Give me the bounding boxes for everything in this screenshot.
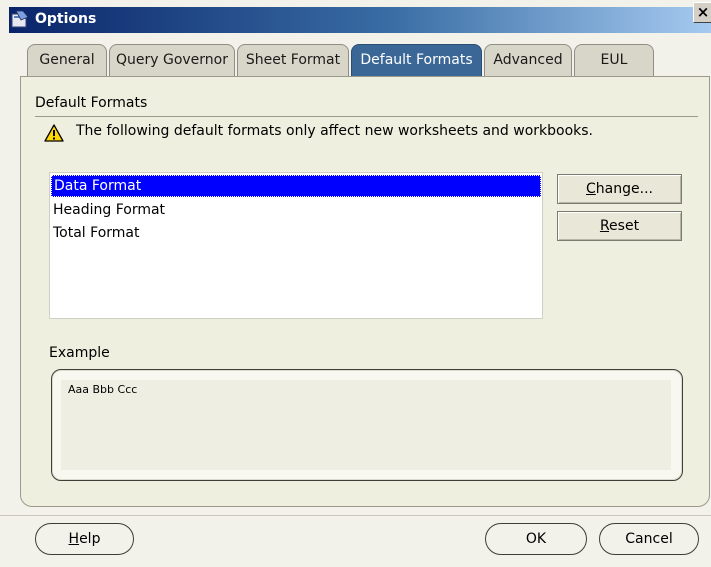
format-list[interactable]: Data Format Heading Format Total Format: [49, 172, 543, 319]
help-button-label: elp: [79, 531, 101, 547]
group-divider: [35, 116, 698, 117]
ok-button[interactable]: OK: [485, 523, 587, 555]
reset-button[interactable]: Reset: [557, 211, 682, 241]
app-icon: [11, 10, 30, 29]
example-text: Aaa Bbb Ccc: [68, 383, 138, 396]
title-bar-strip: Options: [9, 7, 711, 33]
warning-icon: [44, 124, 64, 142]
options-dialog: Options × General Query Governor Sheet F…: [0, 0, 711, 567]
footer-divider: [0, 515, 711, 516]
change-button-mnemonic: C: [586, 181, 596, 197]
example-preview-area: Aaa Bbb Ccc: [61, 380, 671, 470]
title-bar: Options ×: [0, 0, 711, 33]
list-item-heading-format[interactable]: Heading Format: [50, 199, 541, 221]
change-button[interactable]: Change...: [557, 174, 682, 204]
tab-sheet-format[interactable]: Sheet Format: [237, 44, 349, 76]
tab-advanced[interactable]: Advanced: [484, 44, 572, 76]
reset-button-mnemonic: R: [599, 218, 610, 234]
cancel-button[interactable]: Cancel: [599, 523, 699, 555]
tab-eul[interactable]: EUL: [574, 44, 654, 76]
close-button[interactable]: ×: [693, 2, 711, 23]
reset-button-label: eset: [609, 218, 640, 234]
window-title: Options: [35, 11, 97, 27]
help-button-mnemonic: H: [68, 531, 80, 547]
list-item-data-format[interactable]: Data Format: [51, 175, 541, 197]
example-preview: Aaa Bbb Ccc: [51, 369, 683, 481]
tab-query-governor[interactable]: Query Governor: [109, 44, 235, 76]
tab-default-formats[interactable]: Default Formats: [351, 44, 482, 77]
change-button-label: hange...: [595, 181, 653, 197]
list-item-total-format[interactable]: Total Format: [50, 222, 541, 244]
help-button[interactable]: Help: [35, 523, 134, 555]
tab-general[interactable]: General: [27, 44, 107, 76]
example-label: Example: [49, 345, 110, 361]
group-label: Default Formats: [35, 95, 148, 111]
warning-text: The following default formats only affec…: [76, 123, 594, 139]
